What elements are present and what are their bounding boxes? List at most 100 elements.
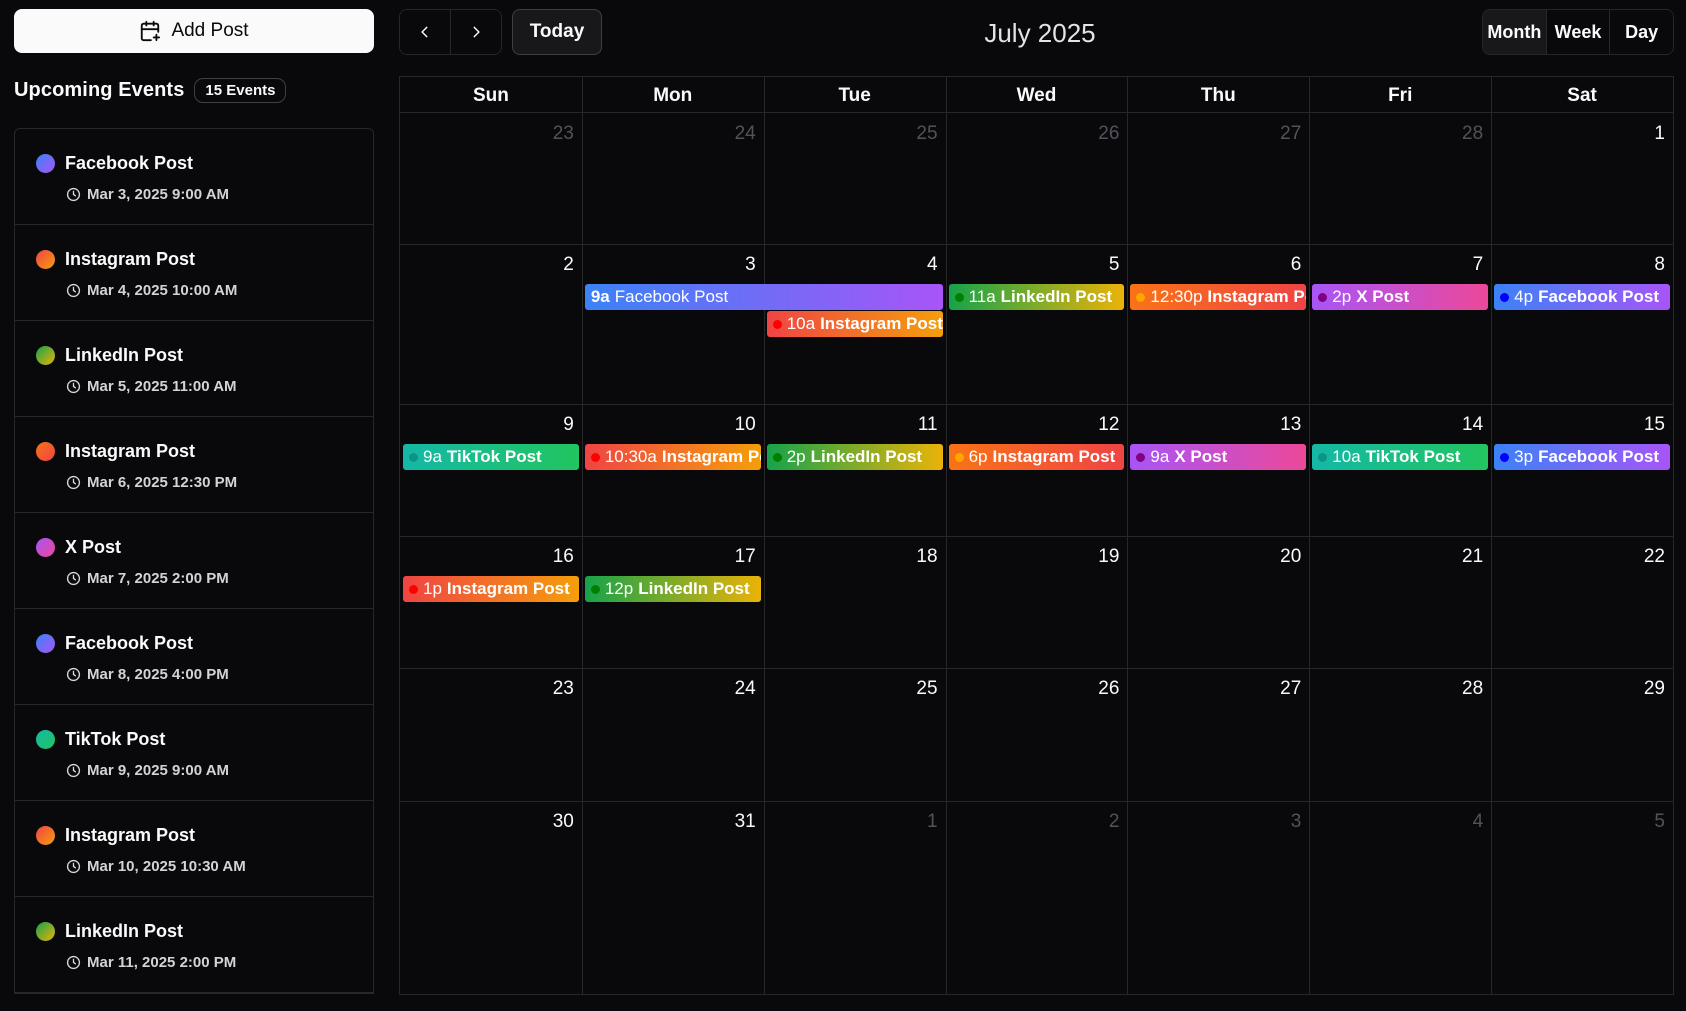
calendar-event[interactable]: 2p LinkedIn Post (766, 444, 943, 470)
day-number: 17 (734, 546, 756, 567)
day-number: 4 (926, 254, 938, 275)
event-color-dot (36, 442, 55, 461)
upcoming-event-item[interactable]: Instagram Post Mar 6, 2025 12:30 PM (15, 417, 373, 513)
calendar-event[interactable]: 10a TikTok Post (1312, 444, 1489, 470)
day-number: 26 (1098, 678, 1120, 699)
calendar-event[interactable]: 4p Facebook Post (1494, 284, 1670, 310)
clock-icon (66, 667, 81, 682)
upcoming-event-datetime: Mar 3, 2025 9:00 AM (87, 186, 230, 203)
event-time: 4p (1514, 287, 1534, 306)
upcoming-event-item[interactable]: Instagram Post Mar 10, 2025 10:30 AM (15, 801, 373, 897)
next-month-button[interactable] (450, 10, 501, 54)
upcoming-event-item[interactable]: TikTok Post Mar 9, 2025 9:00 AM (15, 705, 373, 801)
event-time: 9a (590, 287, 610, 306)
event-color-dot (36, 634, 55, 653)
calendar-event[interactable]: 2p X Post (1312, 284, 1489, 310)
calendar-event[interactable]: 9a X Post (1130, 444, 1307, 470)
event-name: Facebook Post (1538, 447, 1659, 466)
event-name: Instagram Post (1207, 287, 1306, 306)
calendar-event[interactable]: 11a LinkedIn Post (948, 284, 1125, 310)
clock-icon (66, 475, 81, 490)
day-number: 24 (734, 678, 756, 699)
day-number: 15 (1643, 414, 1665, 435)
view-month-button[interactable]: Month (1483, 10, 1546, 54)
day-number: 18 (916, 546, 938, 567)
upcoming-event-item[interactable]: LinkedIn Post Mar 11, 2025 2:00 PM (15, 897, 373, 993)
event-name: X Post (1174, 447, 1228, 466)
event-time: 11a (968, 287, 996, 306)
day-number: 26 (1098, 123, 1120, 144)
event-name: Facebook Post (1538, 287, 1659, 306)
day-number: 8 (1654, 254, 1665, 275)
day-number: 3 (745, 254, 756, 275)
upcoming-event-datetime: Mar 9, 2025 9:00 AM (87, 762, 230, 779)
event-time: 9a (1150, 447, 1170, 466)
event-dot (1318, 452, 1328, 462)
view-day-button[interactable]: Day (1609, 10, 1673, 54)
event-time: 10a (1332, 447, 1361, 466)
calendar-event[interactable]: 3p Facebook Post (1494, 444, 1670, 470)
add-post-button[interactable]: Add Post (14, 9, 374, 53)
event-color-dot (36, 154, 55, 173)
day-number: 21 (1462, 546, 1484, 567)
day-number: 16 (552, 546, 574, 567)
calendar-event[interactable]: 12:30pInstagram Post (1130, 284, 1307, 310)
chevron-left-icon (421, 26, 428, 38)
weekday-fri: Fri (1388, 85, 1413, 106)
clock-icon (66, 763, 81, 778)
weekday-mon: Mon (653, 85, 693, 106)
event-dot (772, 319, 782, 329)
month-calendar-grid: Sun Mon Tue Wed Thu Fri Sat 23 24 25 26 27 28 1 2 3 4 5 6… (399, 76, 1674, 995)
sidebar: Add Post Upcoming Events 15 Events Faceb… (14, 9, 374, 997)
event-time: 10:30a (604, 447, 657, 466)
upcoming-event-item[interactable]: LinkedIn Post Mar 5, 2025 11:00 AM (15, 321, 373, 417)
upcoming-event-list: Facebook Post Mar 3, 2025 9:00 AM Instagra… (14, 128, 374, 994)
chevron-right-icon (473, 26, 480, 38)
upcoming-event-item[interactable]: Facebook Post Mar 8, 2025 4:00 PM (15, 609, 373, 705)
view-week-button[interactable]: Week (1545, 10, 1610, 54)
event-name: Instagram Post (446, 579, 570, 598)
calendar-event[interactable]: 10:30aInstagram Post (584, 444, 761, 470)
day-number: 24 (734, 123, 756, 144)
add-post-label: Add Post (171, 20, 249, 41)
calendar-event[interactable]: 9a TikTok Post (403, 444, 579, 470)
event-color-dot (36, 346, 55, 365)
day-number: 25 (916, 678, 938, 699)
weekday-wed: Wed (1016, 85, 1057, 106)
upcoming-event-title: Instagram Post (65, 249, 196, 269)
event-dot (954, 292, 964, 302)
event-name: LinkedIn Post (638, 579, 750, 598)
calendar-event[interactable]: 12p LinkedIn Post (584, 576, 761, 602)
upcoming-event-item[interactable]: Instagram Post Mar 4, 2025 10:00 AM (15, 225, 373, 321)
event-dot (1500, 292, 1510, 302)
event-color-dot (36, 730, 55, 749)
upcoming-event-datetime: Mar 5, 2025 11:00 AM (87, 378, 237, 395)
day-number: 19 (1098, 546, 1120, 567)
upcoming-event-item[interactable]: X Post Mar 7, 2025 2:00 PM (15, 513, 373, 609)
event-time: 6p (968, 447, 988, 466)
upcoming-event-item[interactable]: Facebook Post Mar 3, 2025 9:00 AM (15, 129, 373, 225)
view-switcher: Month Week Day (1482, 9, 1674, 55)
calendar-event[interactable]: 1p Instagram Post (403, 576, 579, 602)
event-time: 9a (423, 447, 442, 466)
event-dot (1500, 452, 1510, 462)
calendar-event[interactable]: 9a Facebook Post (584, 284, 943, 310)
upcoming-header: Upcoming Events 15 Events (14, 76, 374, 104)
upcoming-event-datetime: Mar 7, 2025 2:00 PM (87, 570, 229, 587)
day-number: 1 (1654, 123, 1665, 144)
today-button[interactable]: Today (512, 9, 602, 55)
day-number: 23 (552, 123, 574, 144)
event-name: TikTok Post (1365, 447, 1461, 466)
day-number: 27 (1280, 123, 1302, 144)
event-time: 3p (1514, 447, 1534, 466)
previous-month-button[interactable] (400, 10, 450, 54)
calendar-event[interactable]: 10a Instagram Post (766, 311, 943, 337)
upcoming-event-datetime: Mar 4, 2025 10:00 AM (87, 282, 238, 299)
event-name: TikTok Post (446, 447, 542, 466)
event-time: 10a (786, 314, 816, 333)
event-dot (1136, 452, 1146, 462)
calendar-event[interactable]: 6p Instagram Post (948, 444, 1125, 470)
day-number: 2 (1108, 811, 1120, 832)
weekday-thu: Thu (1200, 85, 1236, 106)
events-count-badge: 15 Events (194, 77, 287, 103)
